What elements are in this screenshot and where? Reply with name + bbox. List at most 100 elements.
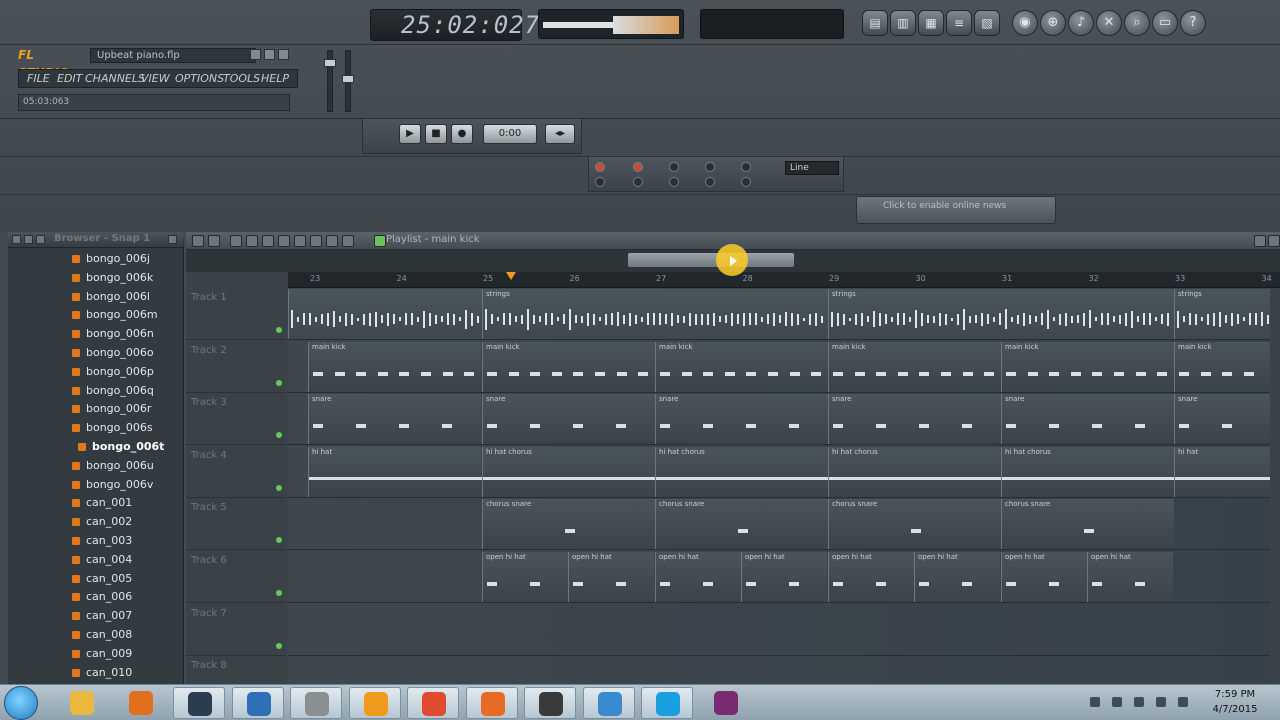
track-header[interactable]: Track 5 — [186, 498, 286, 551]
playlist-clip[interactable]: open hi hat — [741, 552, 827, 602]
pencil-icon[interactable] — [230, 235, 242, 247]
menu-edit[interactable]: EDIT — [57, 70, 82, 87]
tray-volume-icon[interactable] — [1178, 697, 1188, 707]
taskbar-button[interactable] — [290, 687, 342, 719]
taskbar-button[interactable] — [524, 687, 576, 719]
browser-file-item[interactable]: bongo_006t — [8, 438, 184, 457]
mute-icon[interactable] — [278, 235, 290, 247]
track-header[interactable]: Track 6 — [186, 551, 286, 603]
taskbar-button[interactable] — [348, 687, 401, 719]
browser-file-item[interactable]: bongo_006s — [8, 419, 184, 438]
taskbar-button[interactable] — [231, 687, 284, 719]
zoom-icon[interactable] — [326, 235, 338, 247]
slice-icon[interactable] — [294, 235, 306, 247]
playlist-lane[interactable]: hi hat hi hat chorus hi hat chorus hi hat c… — [288, 446, 1270, 498]
playlist-lane[interactable]: strings strings strings — [288, 288, 1270, 340]
view-piano-roll-icon[interactable]: ▥ — [890, 10, 916, 36]
view-browser-icon[interactable]: ▧ — [974, 10, 1000, 36]
playlist-clip[interactable]: main kick — [1174, 341, 1270, 392]
taskbar-button[interactable] — [407, 687, 459, 719]
tray-arrow-icon[interactable] — [1090, 697, 1100, 707]
track-enabled-led[interactable] — [276, 484, 282, 491]
browser-file-item[interactable]: bongo_006u — [8, 457, 184, 476]
track-enabled-led[interactable] — [276, 327, 282, 333]
playlist-clip[interactable] — [288, 289, 482, 339]
song-position-display[interactable]: 25:02:027 — [370, 9, 539, 41]
playlist-clip[interactable]: hi hat — [308, 446, 482, 497]
browser-menu-icon[interactable] — [12, 235, 21, 244]
slider-knob[interactable] — [324, 59, 336, 67]
playlist-clip[interactable]: hi hat chorus — [482, 446, 656, 497]
track-enabled-led[interactable] — [276, 537, 282, 544]
playlist-clip[interactable]: open hi hat — [1001, 552, 1087, 602]
blend-icon[interactable] — [669, 162, 679, 172]
brush-icon[interactable] — [246, 235, 258, 247]
browser-file-item[interactable]: bongo_006r — [8, 400, 184, 419]
track-enabled-led[interactable] — [276, 432, 282, 439]
help-icon[interactable]: ? — [1180, 10, 1206, 36]
playlist-menu-icon[interactable] — [192, 235, 204, 247]
step-edit-icon[interactable] — [633, 162, 643, 172]
track-header[interactable]: Track 2 — [186, 341, 286, 393]
multilink-icon[interactable] — [741, 177, 751, 187]
track-header[interactable]: Track 4 — [186, 446, 286, 498]
view-mixer-icon[interactable]: ≡ — [946, 10, 972, 36]
tempo-tap-icon[interactable]: ♪ — [1068, 10, 1094, 36]
taskbar-button[interactable] — [641, 687, 693, 719]
record-mode-icon[interactable] — [595, 162, 605, 172]
taskbar-button[interactable] — [115, 687, 167, 719]
tray-power-icon[interactable] — [1112, 697, 1122, 707]
master-pitch-slider[interactable] — [342, 50, 354, 112]
menu-options[interactable]: OPTIONS — [175, 70, 224, 87]
browser-next-icon[interactable] — [36, 235, 45, 244]
playlist-clip[interactable]: snare — [482, 394, 655, 445]
playlist-clip[interactable]: main kick — [655, 341, 828, 392]
browser-file-item[interactable]: can_003 — [8, 532, 184, 551]
menu-help[interactable]: HELP — [261, 70, 289, 87]
browser-file-item[interactable]: bongo_006l — [8, 288, 184, 307]
close-icon[interactable] — [1268, 235, 1280, 247]
playlist-lane[interactable]: chorus snare chorus snare chorus snare chor… — [288, 498, 1270, 551]
browser-file-item[interactable]: bongo_006m — [8, 306, 184, 325]
metronome-icon[interactable] — [633, 177, 643, 187]
playlist-clip[interactable]: main kick — [828, 341, 1001, 392]
playlist-clip[interactable]: snare — [828, 394, 1001, 445]
plugin-picker-icon[interactable]: ◉ — [1012, 10, 1038, 36]
taskbar-button[interactable] — [173, 687, 225, 719]
browser-file-item[interactable]: bongo_006v — [8, 476, 184, 495]
playlist-clip[interactable]: hi hat chorus — [1001, 446, 1175, 497]
browser-file-item[interactable]: bongo_006n — [8, 325, 184, 344]
playlist-clip[interactable]: hi hat — [1174, 446, 1270, 497]
master-volume-slider[interactable] — [324, 50, 336, 112]
playlist-pattern-icon[interactable] — [374, 235, 386, 247]
tray-network-icon[interactable] — [1156, 697, 1166, 707]
taskbar-button[interactable] — [582, 687, 635, 719]
view-playlist-icon[interactable]: ▤ — [862, 10, 888, 36]
taskbar-button[interactable] — [465, 687, 518, 719]
playlist-clip[interactable]: open hi hat — [655, 552, 741, 602]
countdown-icon[interactable] — [595, 177, 605, 187]
browser-file-item[interactable]: can_002 — [8, 513, 184, 532]
playlist-clip[interactable]: main kick — [482, 341, 655, 392]
playlist-clip[interactable]: chorus snare — [1001, 499, 1174, 550]
browser-file-item[interactable]: can_006 — [8, 588, 184, 607]
maximize-icon[interactable] — [264, 49, 275, 60]
playback-icon[interactable] — [342, 235, 354, 247]
browser-file-item[interactable]: can_005 — [8, 570, 184, 589]
taskbar-button[interactable] — [56, 687, 108, 719]
playlist-clip[interactable]: snare — [1001, 394, 1174, 445]
delete-icon[interactable] — [262, 235, 274, 247]
browser-close-icon[interactable] — [168, 235, 177, 244]
menu-file[interactable]: FILE — [27, 70, 50, 87]
playlist-title[interactable]: Playlist - main kick — [386, 234, 480, 245]
playlist-clip[interactable]: strings — [828, 289, 1174, 339]
magnet-icon[interactable] — [208, 235, 220, 247]
browser-file-item[interactable]: can_008 — [8, 626, 184, 645]
browser-file-item[interactable]: can_001 — [8, 494, 184, 513]
menu-view[interactable]: VIEW — [141, 70, 170, 87]
playlist-clip[interactable]: main kick — [1001, 341, 1174, 392]
playlist-lanes[interactable]: strings strings strings main kick main kick m… — [288, 288, 1270, 688]
view-channel-rack-icon[interactable]: ▦ — [918, 10, 944, 36]
track-header[interactable]: Track 3 — [186, 393, 286, 446]
online-news-button[interactable]: Click to enable online news — [856, 196, 1056, 224]
